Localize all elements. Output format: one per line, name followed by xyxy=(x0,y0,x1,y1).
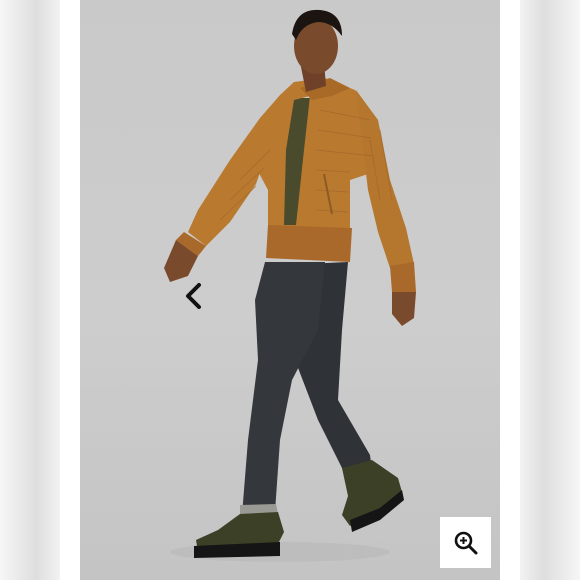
right-gutter xyxy=(520,0,580,580)
product-image-stage xyxy=(80,0,500,580)
left-gutter xyxy=(0,0,60,580)
right-hand xyxy=(392,292,416,326)
product-photo xyxy=(164,9,416,562)
previous-image-button[interactable] xyxy=(179,280,207,312)
jacket-right-sleeve xyxy=(356,90,414,268)
zoom-button[interactable] xyxy=(440,517,491,568)
jacket-left-sleeve xyxy=(188,118,268,246)
chevron-left-icon xyxy=(186,283,201,309)
zoom-in-icon xyxy=(454,531,477,554)
